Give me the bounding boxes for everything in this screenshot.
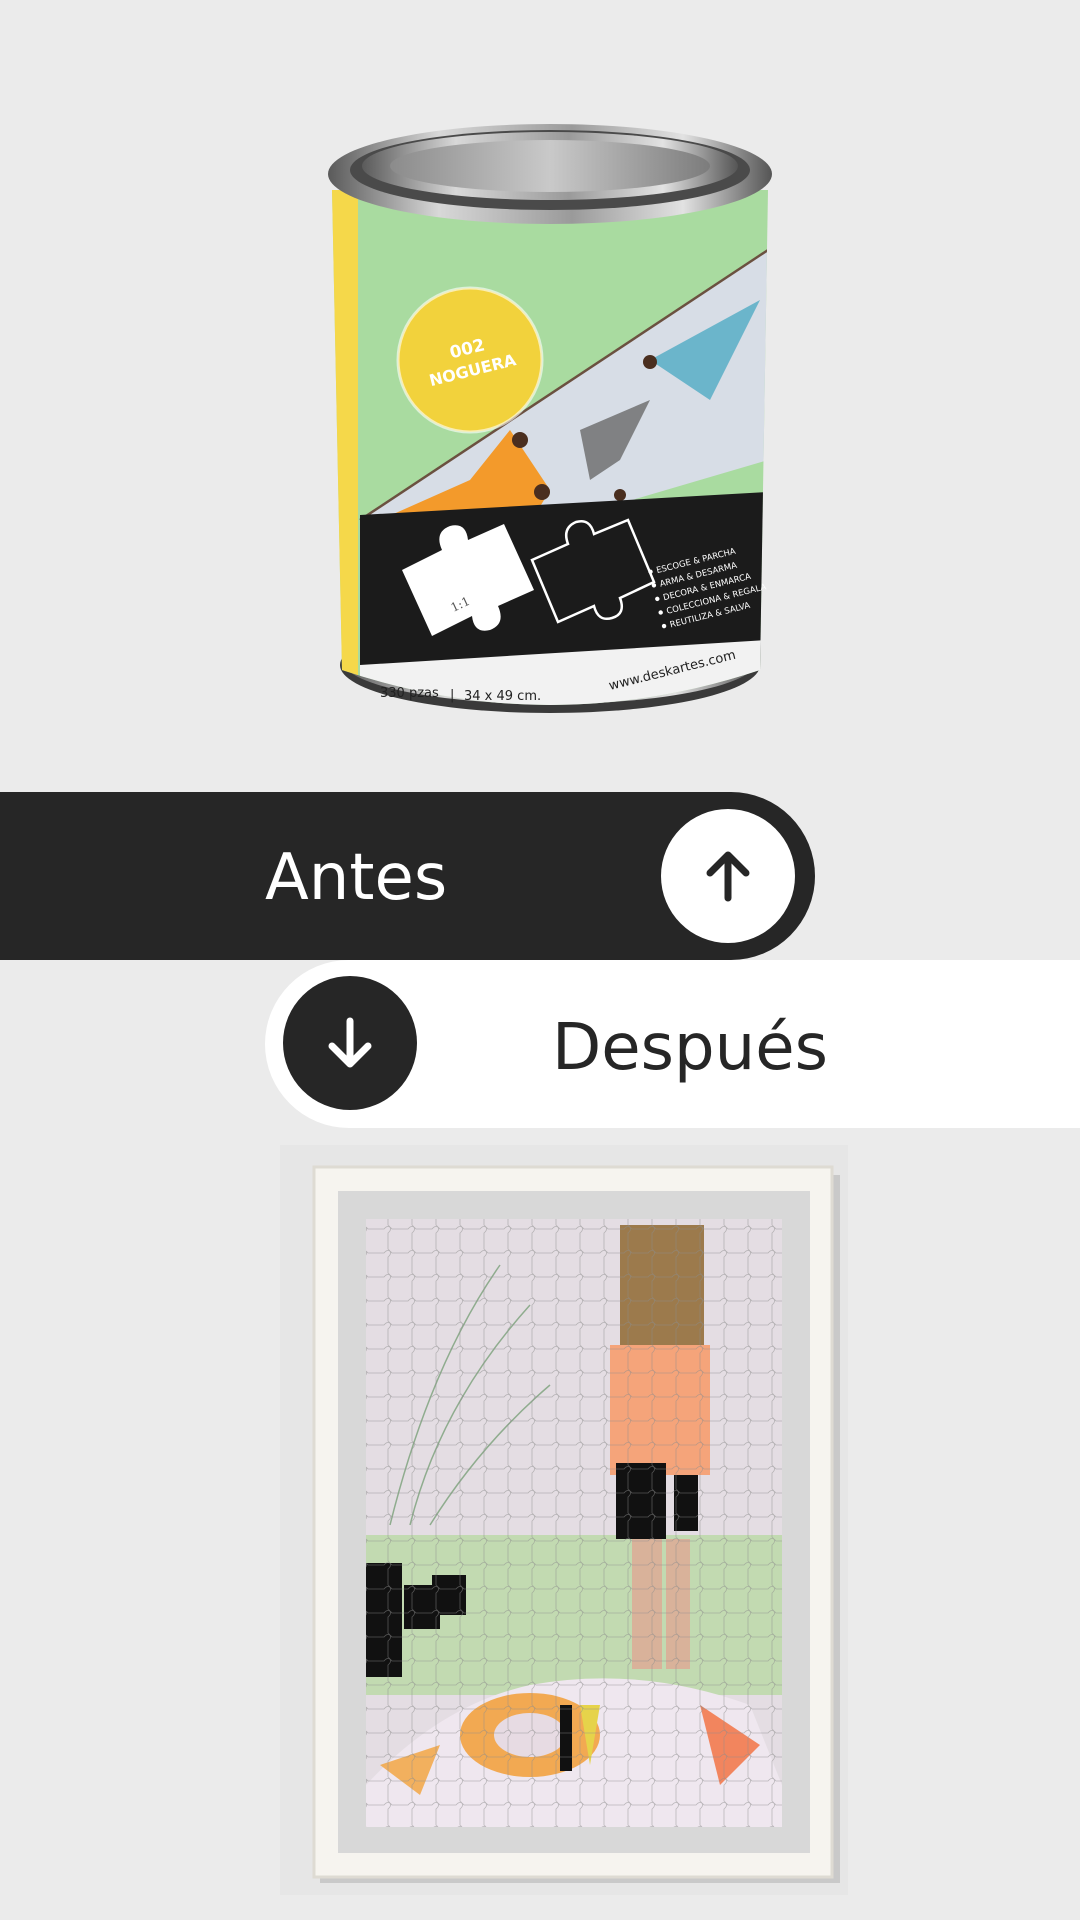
puzzle-size: 34 x 49 cm. [464,689,541,704]
framed-puzzle-image [280,1145,848,1895]
puzzle-can-image: 002 NOGUERA 1:1 ESCOGE & PARCHA ARMA & D… [328,124,772,713]
arrow-down-icon [328,1017,372,1068]
after-label: Después [552,1011,828,1085]
arrow-up-icon [706,851,750,902]
before-label: Antes [265,841,448,915]
spec-separator: | [450,688,454,703]
before-button[interactable] [661,809,795,943]
pieces-count: 330 pzas [380,686,439,701]
after-button[interactable] [283,976,417,1110]
